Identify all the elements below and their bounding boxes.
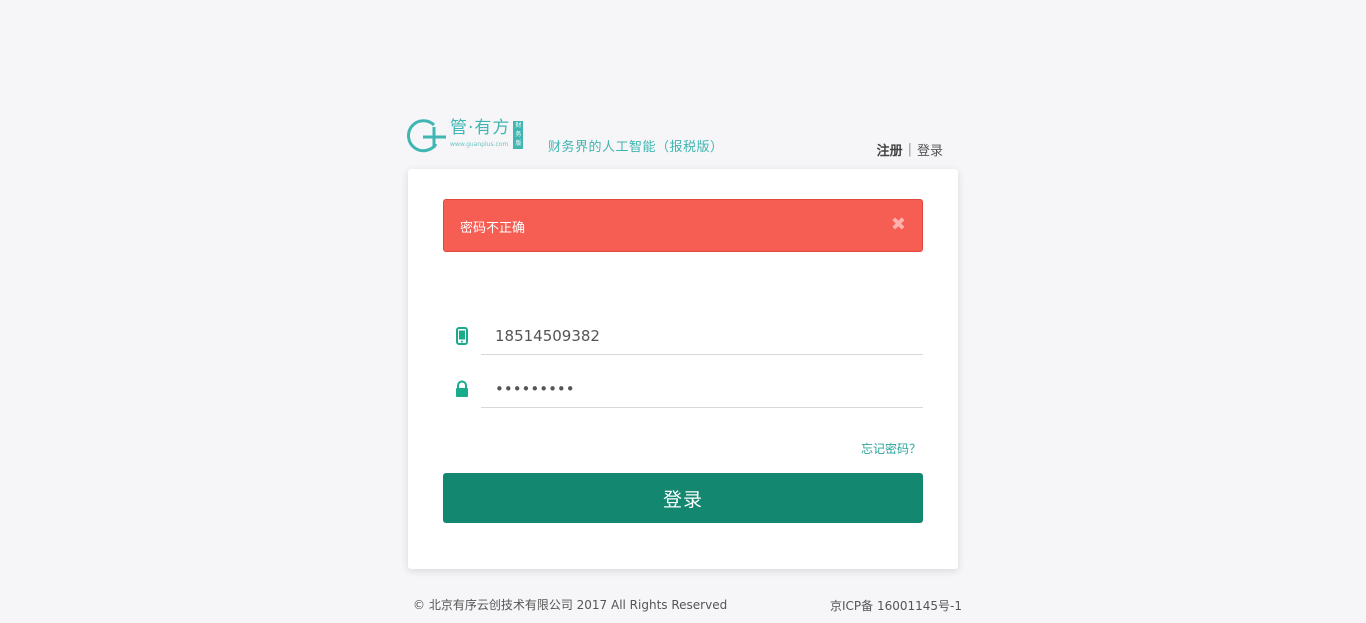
header: 管·有方 www.guanplus.com 财务版 财务界的人工智能（报税版） …: [406, 117, 958, 159]
copyright-text: © 北京有序云创技术有限公司 2017 All Rights Reserved: [413, 598, 728, 612]
login-button[interactable]: 登录: [443, 473, 923, 523]
login-card: 密码不正确 ✖ 忘记密码？ 登录: [408, 169, 958, 569]
forgot-password-link[interactable]: 忘记密码？: [861, 440, 921, 457]
logo-mark-icon: [407, 119, 446, 153]
lock-icon: [456, 380, 468, 397]
error-alert: 密码不正确 ✖: [443, 199, 923, 252]
logo: 管·有方 www.guanplus.com 财务版: [406, 117, 524, 157]
login-link[interactable]: 登录: [917, 140, 943, 159]
auth-links: 注册 | 登录: [877, 140, 943, 159]
link-separator: |: [907, 142, 912, 157]
phone-input[interactable]: [481, 317, 923, 355]
password-input[interactable]: [481, 370, 923, 408]
close-icon[interactable]: ✖: [891, 214, 906, 235]
logo-name: 管·有方: [450, 118, 511, 138]
password-field: [443, 370, 923, 408]
login-page: 管·有方 www.guanplus.com 财务版 财务界的人工智能（报税版） …: [0, 0, 1366, 623]
phone-field: [443, 317, 923, 355]
register-link[interactable]: 注册: [877, 140, 903, 159]
logo-url: www.guanplus.com: [450, 141, 509, 148]
mobile-phone-icon: [456, 327, 468, 345]
alert-message: 密码不正确: [460, 221, 526, 236]
icp-license: 京ICP备 16001145号-1: [830, 599, 963, 613]
logo-badge: 财务版: [513, 121, 524, 149]
tagline: 财务界的人工智能（报税版）: [548, 140, 724, 155]
